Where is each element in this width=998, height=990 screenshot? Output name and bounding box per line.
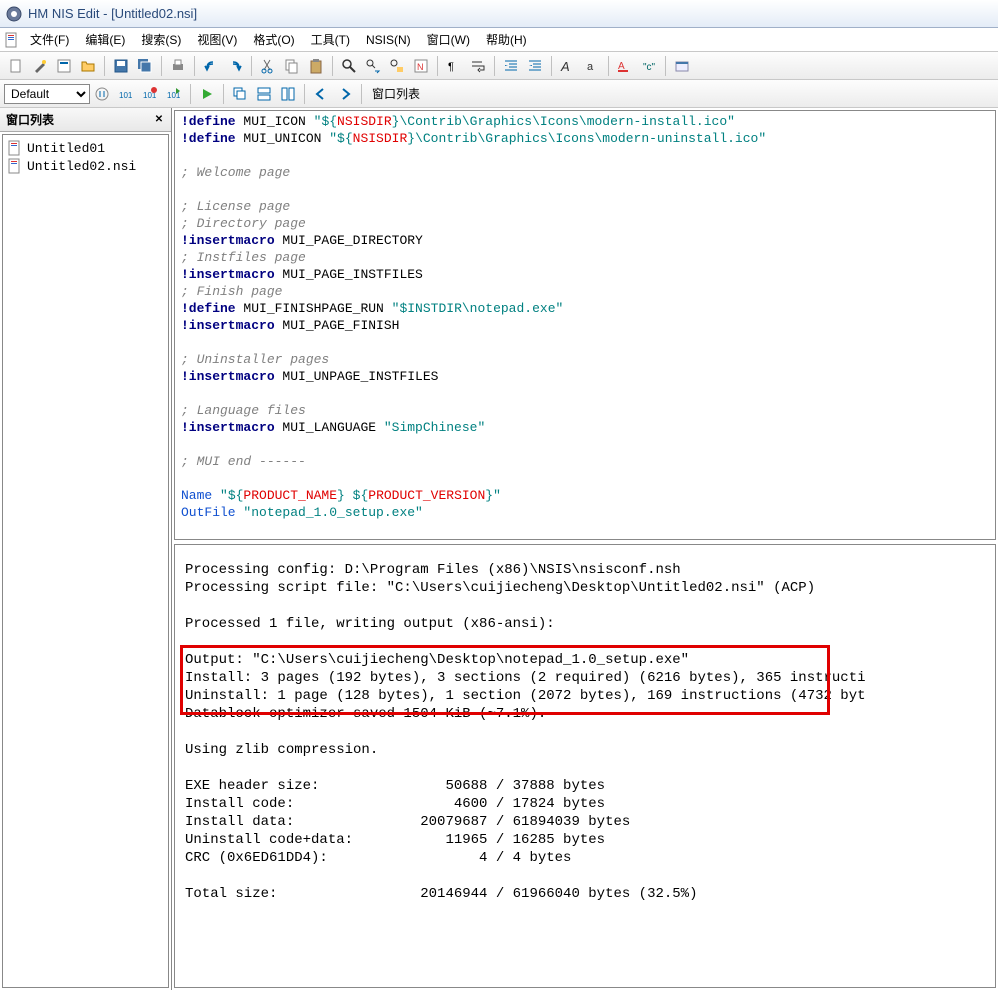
nsi-file-icon <box>7 158 23 174</box>
separator <box>494 56 495 76</box>
toolbar-main: N ¶ A a A "c" <box>0 52 998 80</box>
menu-format[interactable]: 格式(O) <box>245 29 302 50</box>
file-name: Untitled02.nsi <box>27 159 136 174</box>
menu-nsis[interactable]: NSIS(N) <box>358 31 419 49</box>
replace-button[interactable] <box>386 55 408 77</box>
panel-close-button[interactable]: ✕ <box>153 114 165 126</box>
insert-file-button[interactable]: "c" <box>638 55 660 77</box>
redo-button[interactable] <box>224 55 246 77</box>
svg-text:"c": "c" <box>643 62 656 73</box>
compile-run-button[interactable]: 101 <box>115 83 137 105</box>
titlebar: HM NIS Edit - [Untitled02.nsi] <box>0 0 998 28</box>
menu-tools[interactable]: 工具(T) <box>303 29 358 50</box>
copy-button[interactable] <box>281 55 303 77</box>
saveall-button[interactable] <box>134 55 156 77</box>
lowercase-button[interactable]: a <box>581 55 603 77</box>
new-button[interactable] <box>5 55 27 77</box>
svg-text:N: N <box>417 62 424 72</box>
cut-button[interactable] <box>257 55 279 77</box>
right-panel: !define MUI_ICON "${NSISDIR}\Contrib\Gra… <box>172 108 998 990</box>
separator <box>223 84 224 104</box>
menu-edit[interactable]: 编辑(E) <box>77 29 133 50</box>
toolbar-nsis: Default 101 101 101 窗口列表 <box>0 80 998 108</box>
separator <box>332 56 333 76</box>
run-button[interactable] <box>196 83 218 105</box>
menu-file[interactable]: 文件(F) <box>22 29 77 50</box>
unindent-button[interactable] <box>524 55 546 77</box>
prev-window-button[interactable] <box>310 83 332 105</box>
svg-text:101: 101 <box>119 91 133 100</box>
tile-vert-button[interactable] <box>277 83 299 105</box>
workspace: 窗口列表 ✕ Untitled01 Untitled02.nsi !define… <box>0 108 998 990</box>
separator <box>361 84 362 104</box>
open-button[interactable] <box>77 55 99 77</box>
nsi-file-icon <box>7 140 23 156</box>
separator <box>251 56 252 76</box>
indent-button[interactable] <box>500 55 522 77</box>
code-editor[interactable]: !define MUI_ICON "${NSISDIR}\Contrib\Gra… <box>174 110 996 540</box>
cascade-button[interactable] <box>229 83 251 105</box>
window-title: HM NIS Edit - [Untitled02.nsi] <box>28 6 197 21</box>
show-special-button[interactable]: ¶ <box>443 55 465 77</box>
separator <box>551 56 552 76</box>
insert-color-button[interactable]: A <box>614 55 636 77</box>
separator <box>190 84 191 104</box>
paste-button[interactable] <box>305 55 327 77</box>
menu-search[interactable]: 搜索(S) <box>133 29 189 50</box>
separator <box>104 56 105 76</box>
panel-title-text: 窗口列表 <box>6 111 54 128</box>
file-item[interactable]: Untitled02.nsi <box>5 157 166 175</box>
print-button[interactable] <box>167 55 189 77</box>
run-last-button[interactable]: 101 <box>163 83 185 105</box>
file-name: Untitled01 <box>27 141 105 156</box>
window-list-label: 窗口列表 <box>366 85 426 102</box>
separator <box>161 56 162 76</box>
app-icon <box>6 6 22 22</box>
wizard-button[interactable] <box>29 55 51 77</box>
separator <box>194 56 195 76</box>
options-button[interactable] <box>671 55 693 77</box>
compile-button[interactable] <box>91 83 113 105</box>
menu-window[interactable]: 窗口(W) <box>419 29 478 50</box>
save-button[interactable] <box>110 55 132 77</box>
font-button[interactable]: A <box>557 55 579 77</box>
compile-stop-button[interactable]: 101 <box>139 83 161 105</box>
menu-view[interactable]: 视图(V) <box>189 29 245 50</box>
doc-icon <box>4 32 20 48</box>
config-dropdown[interactable]: Default <box>4 84 90 104</box>
svg-text:¶: ¶ <box>448 61 454 73</box>
goto-button[interactable]: N <box>410 55 432 77</box>
svg-text:A: A <box>560 59 570 74</box>
find-button[interactable] <box>338 55 360 77</box>
file-item[interactable]: Untitled01 <box>5 139 166 157</box>
separator <box>437 56 438 76</box>
template-button[interactable] <box>53 55 75 77</box>
findnext-button[interactable] <box>362 55 384 77</box>
svg-text:101: 101 <box>167 91 181 100</box>
undo-button[interactable] <box>200 55 222 77</box>
tile-horiz-button[interactable] <box>253 83 275 105</box>
next-window-button[interactable] <box>334 83 356 105</box>
separator <box>665 56 666 76</box>
window-list-panel: 窗口列表 ✕ Untitled01 Untitled02.nsi <box>0 108 172 990</box>
separator <box>304 84 305 104</box>
separator <box>608 56 609 76</box>
menu-help[interactable]: 帮助(H) <box>478 29 535 50</box>
panel-body: Untitled01 Untitled02.nsi <box>2 134 169 988</box>
output-panel[interactable]: Processing config: D:\Program Files (x86… <box>174 544 996 988</box>
svg-text:a: a <box>587 61 594 73</box>
menubar: 文件(F) 编辑(E) 搜索(S) 视图(V) 格式(O) 工具(T) NSIS… <box>0 28 998 52</box>
word-wrap-button[interactable] <box>467 55 489 77</box>
panel-header: 窗口列表 ✕ <box>0 108 171 132</box>
